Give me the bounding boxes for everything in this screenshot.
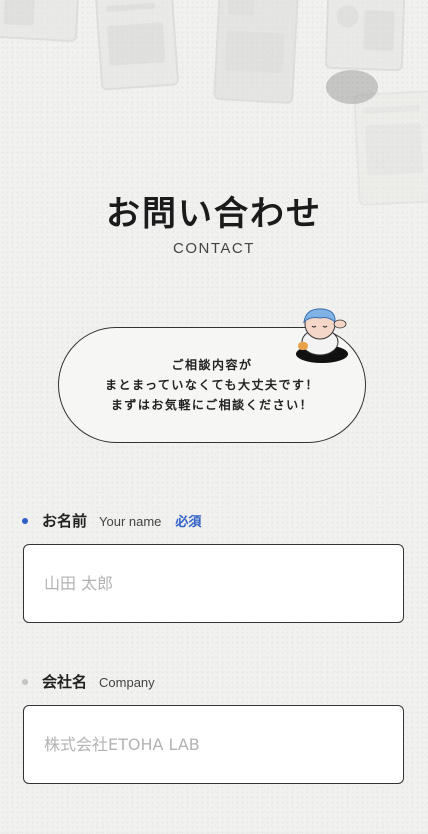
bubble-line: まとまっていなくても大丈夫です！ <box>105 378 319 392</box>
optional-dot-icon <box>22 679 28 685</box>
device-illustration <box>324 0 406 72</box>
blob-illustration <box>326 70 378 104</box>
mascot-icon <box>296 308 348 363</box>
company-label: 会社名 <box>42 673 88 691</box>
page-subtitle: CONTACT <box>173 240 255 257</box>
name-field-label: お名前 Your name 必須 <box>22 510 201 531</box>
page-title: お問い合わせ <box>106 194 322 234</box>
name-input[interactable] <box>23 544 404 623</box>
required-badge: 必須 <box>175 515 202 530</box>
name-label: お名前 <box>42 512 88 530</box>
device-illustration <box>0 0 80 43</box>
device-illustration <box>94 0 180 91</box>
required-dot-icon <box>22 518 28 524</box>
name-label-en: Your name <box>99 514 162 529</box>
bubble-line: まずはお気軽にご相談ください！ <box>110 398 314 412</box>
bubble-line: ご相談内容が <box>171 358 253 372</box>
company-label-en: Company <box>99 675 155 690</box>
company-input[interactable] <box>23 705 404 784</box>
device-illustration <box>213 0 299 105</box>
company-field-label: 会社名 Company <box>22 671 169 692</box>
